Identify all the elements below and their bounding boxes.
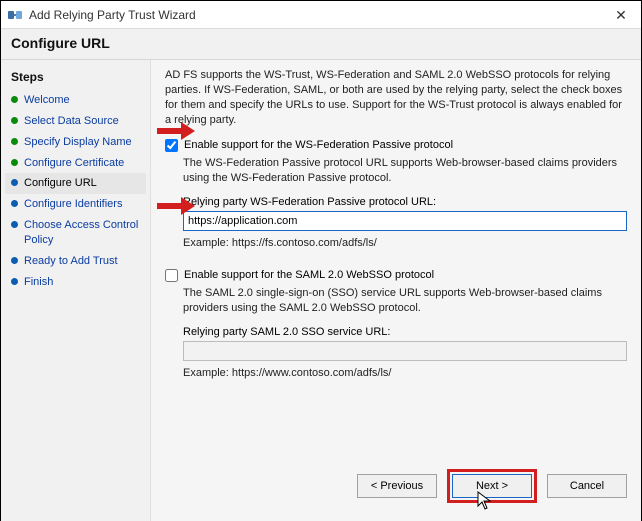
step-choose-access-control-policy[interactable]: Choose Access Control Policy	[5, 215, 146, 251]
step-label: Choose Access Control Policy	[24, 218, 144, 248]
step-bullet-icon	[11, 179, 18, 186]
step-finish[interactable]: Finish	[5, 272, 146, 293]
step-bullet-icon	[11, 117, 18, 124]
wsfed-url-input[interactable]	[183, 211, 627, 231]
wizard-footer: < Previous Next > Cancel	[357, 469, 627, 503]
page-title: Configure URL	[1, 29, 641, 60]
saml-checkbox[interactable]	[165, 269, 178, 282]
step-bullet-icon	[11, 138, 18, 145]
wsfed-checkbox-row: Enable support for the WS-Federation Pas…	[165, 139, 627, 152]
step-label: Finish	[24, 275, 53, 290]
step-configure-identifiers[interactable]: Configure Identifiers	[5, 194, 146, 215]
wsfed-url-label: Relying party WS-Federation Passive prot…	[183, 196, 627, 208]
saml-example: Example: https://www.contoso.com/adfs/ls…	[183, 367, 627, 379]
saml-url-label: Relying party SAML 2.0 SSO service URL:	[183, 326, 627, 338]
saml-checkbox-row: Enable support for the SAML 2.0 WebSSO p…	[165, 269, 627, 282]
step-bullet-icon	[11, 159, 18, 166]
previous-button[interactable]: < Previous	[357, 474, 437, 498]
main-panel: AD FS supports the WS-Trust, WS-Federati…	[151, 60, 641, 521]
next-button[interactable]: Next >	[452, 474, 532, 498]
step-label: Configure Identifiers	[24, 197, 122, 212]
cancel-button[interactable]: Cancel	[547, 474, 627, 498]
step-select-data-source[interactable]: Select Data Source	[5, 111, 146, 132]
next-button-highlight: Next >	[447, 469, 537, 503]
wsfed-example: Example: https://fs.contoso.com/adfs/ls/	[183, 237, 627, 249]
step-bullet-icon	[11, 278, 18, 285]
saml-description: The SAML 2.0 single-sign-on (SSO) servic…	[183, 286, 627, 316]
step-label: Configure URL	[24, 176, 97, 191]
step-label[interactable]: Configure Certificate	[24, 156, 124, 171]
step-label: Ready to Add Trust	[24, 254, 118, 269]
titlebar: Add Relying Party Trust Wizard ✕	[1, 1, 641, 29]
wsfed-description: The WS-Federation Passive protocol URL s…	[183, 156, 627, 186]
steps-title: Steps	[11, 70, 142, 84]
close-icon: ✕	[615, 7, 627, 24]
app-icon	[7, 7, 23, 23]
step-configure-certificate[interactable]: Configure Certificate	[5, 153, 146, 174]
wsfed-checkbox[interactable]	[165, 139, 178, 152]
saml-url-input	[183, 341, 627, 361]
step-label[interactable]: Select Data Source	[24, 114, 119, 129]
intro-text: AD FS supports the WS-Trust, WS-Federati…	[165, 68, 627, 127]
step-welcome[interactable]: Welcome	[5, 90, 146, 111]
step-bullet-icon	[11, 200, 18, 207]
wsfed-checkbox-label[interactable]: Enable support for the WS-Federation Pas…	[184, 139, 453, 151]
step-bullet-icon	[11, 221, 18, 228]
step-label[interactable]: Welcome	[24, 93, 70, 108]
saml-checkbox-label[interactable]: Enable support for the SAML 2.0 WebSSO p…	[184, 269, 434, 281]
window-title: Add Relying Party Trust Wizard	[29, 8, 196, 22]
step-bullet-icon	[11, 96, 18, 103]
wizard-body: Steps Welcome Select Data Source Specify…	[1, 60, 641, 521]
step-label[interactable]: Specify Display Name	[24, 135, 132, 150]
step-configure-url[interactable]: Configure URL	[5, 173, 146, 194]
step-ready-to-add-trust[interactable]: Ready to Add Trust	[5, 251, 146, 272]
steps-sidebar: Steps Welcome Select Data Source Specify…	[1, 60, 151, 521]
close-button[interactable]: ✕	[601, 1, 641, 29]
step-bullet-icon	[11, 257, 18, 264]
step-specify-display-name[interactable]: Specify Display Name	[5, 132, 146, 153]
